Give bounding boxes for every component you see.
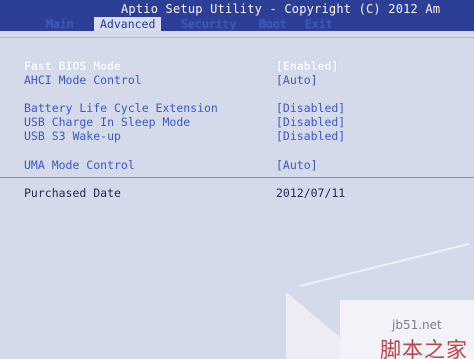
tab-exit[interactable]: Exit [305, 17, 333, 31]
tab-main[interactable]: Main [46, 17, 74, 31]
header-bar: Aptio Setup Utility - Copyright (C) 2012… [0, 0, 474, 31]
setting-value[interactable]: [Enabled] [276, 59, 338, 73]
setting-ahci-mode-control[interactable]: AHCI Mode Control [Auto] [24, 73, 444, 87]
tab-advanced[interactable]: Advanced [94, 17, 162, 31]
section-divider [0, 177, 474, 178]
setting-label: Battery Life Cycle Extension [24, 101, 218, 115]
window-title: Aptio Setup Utility - Copyright (C) 2012… [121, 2, 441, 16]
setting-label: USB S3 Wake-up [24, 129, 121, 143]
setting-value[interactable]: [Auto] [276, 73, 318, 87]
setting-usb-s3-wake-up[interactable]: USB S3 Wake-up [Disabled] [24, 129, 444, 143]
header-divider [0, 37, 474, 38]
setting-fast-bios-mode[interactable]: Fast BIOS Mode [Enabled] [24, 59, 444, 73]
info-label: Purchased Date [24, 186, 121, 200]
setting-battery-life-cycle-extension[interactable]: Battery Life Cycle Extension [Disabled] [24, 101, 444, 115]
setting-value[interactable]: [Disabled] [276, 115, 345, 129]
setting-uma-mode-control[interactable]: UMA Mode Control [Auto] [24, 158, 444, 172]
tab-boot[interactable]: Boot [259, 17, 287, 31]
info-value: 2012/07/11 [276, 186, 346, 200]
watermark-site: jb51.net [392, 318, 442, 332]
setting-value[interactable]: [Disabled] [276, 129, 345, 143]
setting-label: USB Charge In Sleep Mode [24, 115, 191, 129]
bios-screen: Aptio Setup Utility - Copyright (C) 2012… [0, 0, 474, 359]
watermark-logo-text: 脚本之家 [380, 338, 468, 359]
tab-security[interactable]: Security [181, 17, 236, 31]
setting-usb-charge-in-sleep-mode[interactable]: USB Charge In Sleep Mode [Disabled] [24, 115, 444, 129]
setting-value[interactable]: [Auto] [276, 158, 318, 172]
setting-value[interactable]: [Disabled] [276, 101, 345, 115]
setting-label: AHCI Mode Control [24, 73, 142, 87]
setting-label: Fast BIOS Mode [24, 59, 121, 73]
setting-label: UMA Mode Control [24, 158, 135, 172]
info-purchased-date: Purchased Date 2012/07/11 [24, 186, 444, 200]
